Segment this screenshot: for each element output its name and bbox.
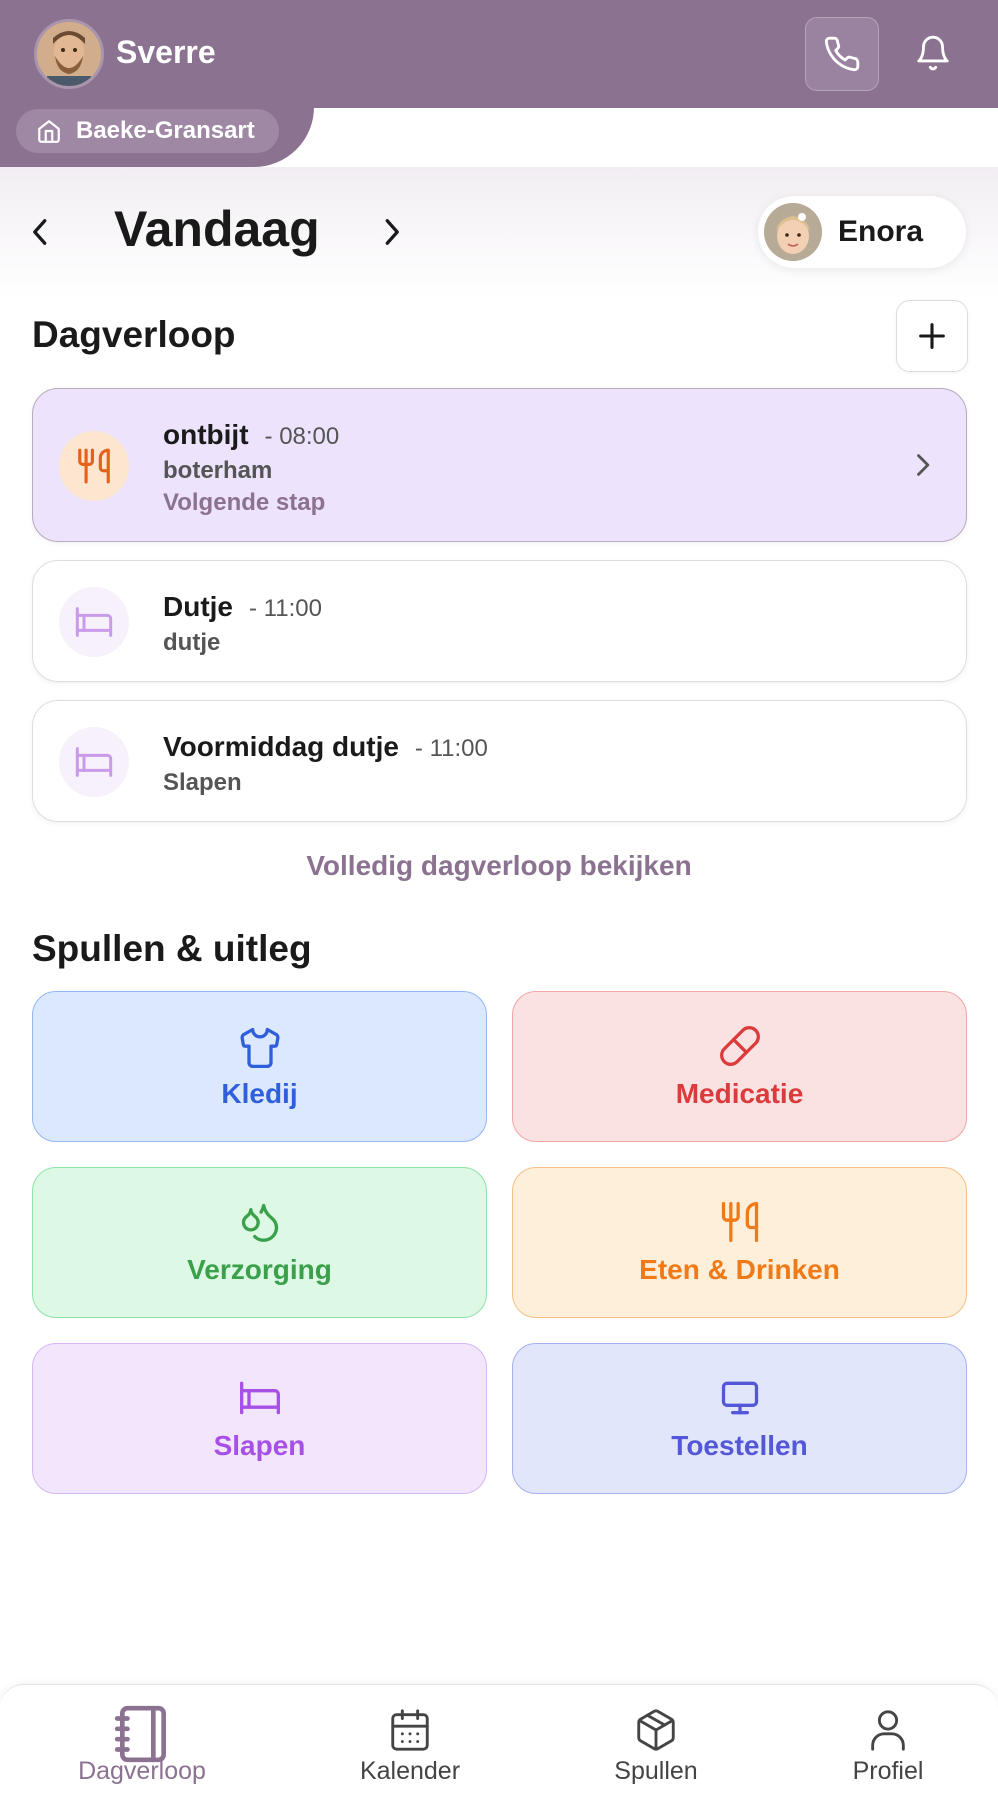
home-icon [38,120,60,143]
bed-icon [59,587,129,657]
phone-icon [824,36,860,72]
next-step-label: Volgende stap [163,489,326,516]
tile-eten-drinken[interactable]: Eten & Drinken [512,1167,967,1318]
step-time: - 08:00 [264,423,340,450]
child-name: Enora [838,215,924,248]
tile-label: Slapen [213,1429,306,1461]
tile-label: Medicatie [675,1077,804,1109]
notifications-button[interactable] [900,20,966,86]
nav-label: Profiel [852,1757,924,1785]
step-title: Dutje [163,591,233,622]
user-avatar[interactable] [34,19,104,89]
tile-verzorging[interactable]: Verzorging [32,1167,487,1318]
plus-icon [919,323,945,349]
step-time: - 11:00 [249,595,322,622]
user-icon [871,1710,905,1751]
step-subtitle: boterham [163,457,273,484]
fork-knife-icon [721,1201,758,1242]
bed-icon [59,727,129,797]
tile-label: Verzorging [187,1253,332,1285]
nav-profiel[interactable]: Profiel [818,1685,958,1802]
step-title: ontbijt [163,419,249,450]
household-selector[interactable]: Baeke-Gransart [16,109,279,153]
chevron-right-icon [917,454,930,476]
fork-knife-icon [59,431,129,501]
step-title: Voormiddag dutje [163,731,399,762]
step-subtitle: Slapen [163,769,242,796]
monitor-icon [721,1381,758,1414]
timeline-item[interactable]: Dutje - 11:00 dutje [32,560,967,682]
tile-label: Toestellen [671,1429,808,1461]
previous-day-button[interactable] [26,213,56,251]
user-name: Sverre [116,34,216,70]
nav-label: Kalender [359,1757,461,1785]
timeline-item[interactable]: ontbijt - 08:00 boterham Volgende stap [32,388,967,542]
page-title: Vandaag [114,201,320,257]
nav-kalender[interactable]: Kalender [340,1685,480,1802]
timeline-section-title: Dagverloop [32,314,236,355]
bed-icon [239,1381,280,1414]
things-section-title: Spullen & uitleg [32,928,312,969]
bottom-navigation: Dagverloop Kalender Spullen Profiel [0,1684,998,1802]
tile-slapen[interactable]: Slapen [32,1343,487,1494]
step-time: - 11:00 [414,735,488,762]
droplets-icon [241,1203,278,1242]
household-name: Baeke-Gransart [76,117,255,144]
nav-spullen[interactable]: Spullen [586,1685,726,1802]
call-button[interactable] [805,17,879,91]
shirt-icon [240,1027,279,1068]
nav-label: Dagverloop [78,1757,206,1785]
child-avatar [764,203,822,261]
pill-icon [719,1025,760,1066]
calendar-icon [391,1709,429,1751]
timeline-item[interactable]: Voormiddag dutje - 11:00 Slapen [32,700,967,822]
nav-dagverloop[interactable]: Dagverloop [62,1685,222,1802]
tile-toestellen[interactable]: Toestellen [512,1343,967,1494]
view-all-timeline-link[interactable]: Volledig dagverloop bekijken [0,850,998,882]
tile-label: Kledij [221,1077,298,1109]
notebook-icon [114,1705,166,1763]
child-selector[interactable]: Enora [758,196,966,268]
tile-label: Eten & Drinken [639,1253,840,1285]
bell-icon [917,35,949,71]
add-step-button[interactable] [896,300,968,372]
nav-label: Spullen [614,1757,698,1785]
step-subtitle: dutje [163,629,221,656]
next-day-button[interactable] [376,213,406,251]
package-icon [637,1709,675,1751]
tile-medicatie[interactable]: Medicatie [512,991,967,1142]
tile-kledij[interactable]: Kledij [32,991,487,1142]
